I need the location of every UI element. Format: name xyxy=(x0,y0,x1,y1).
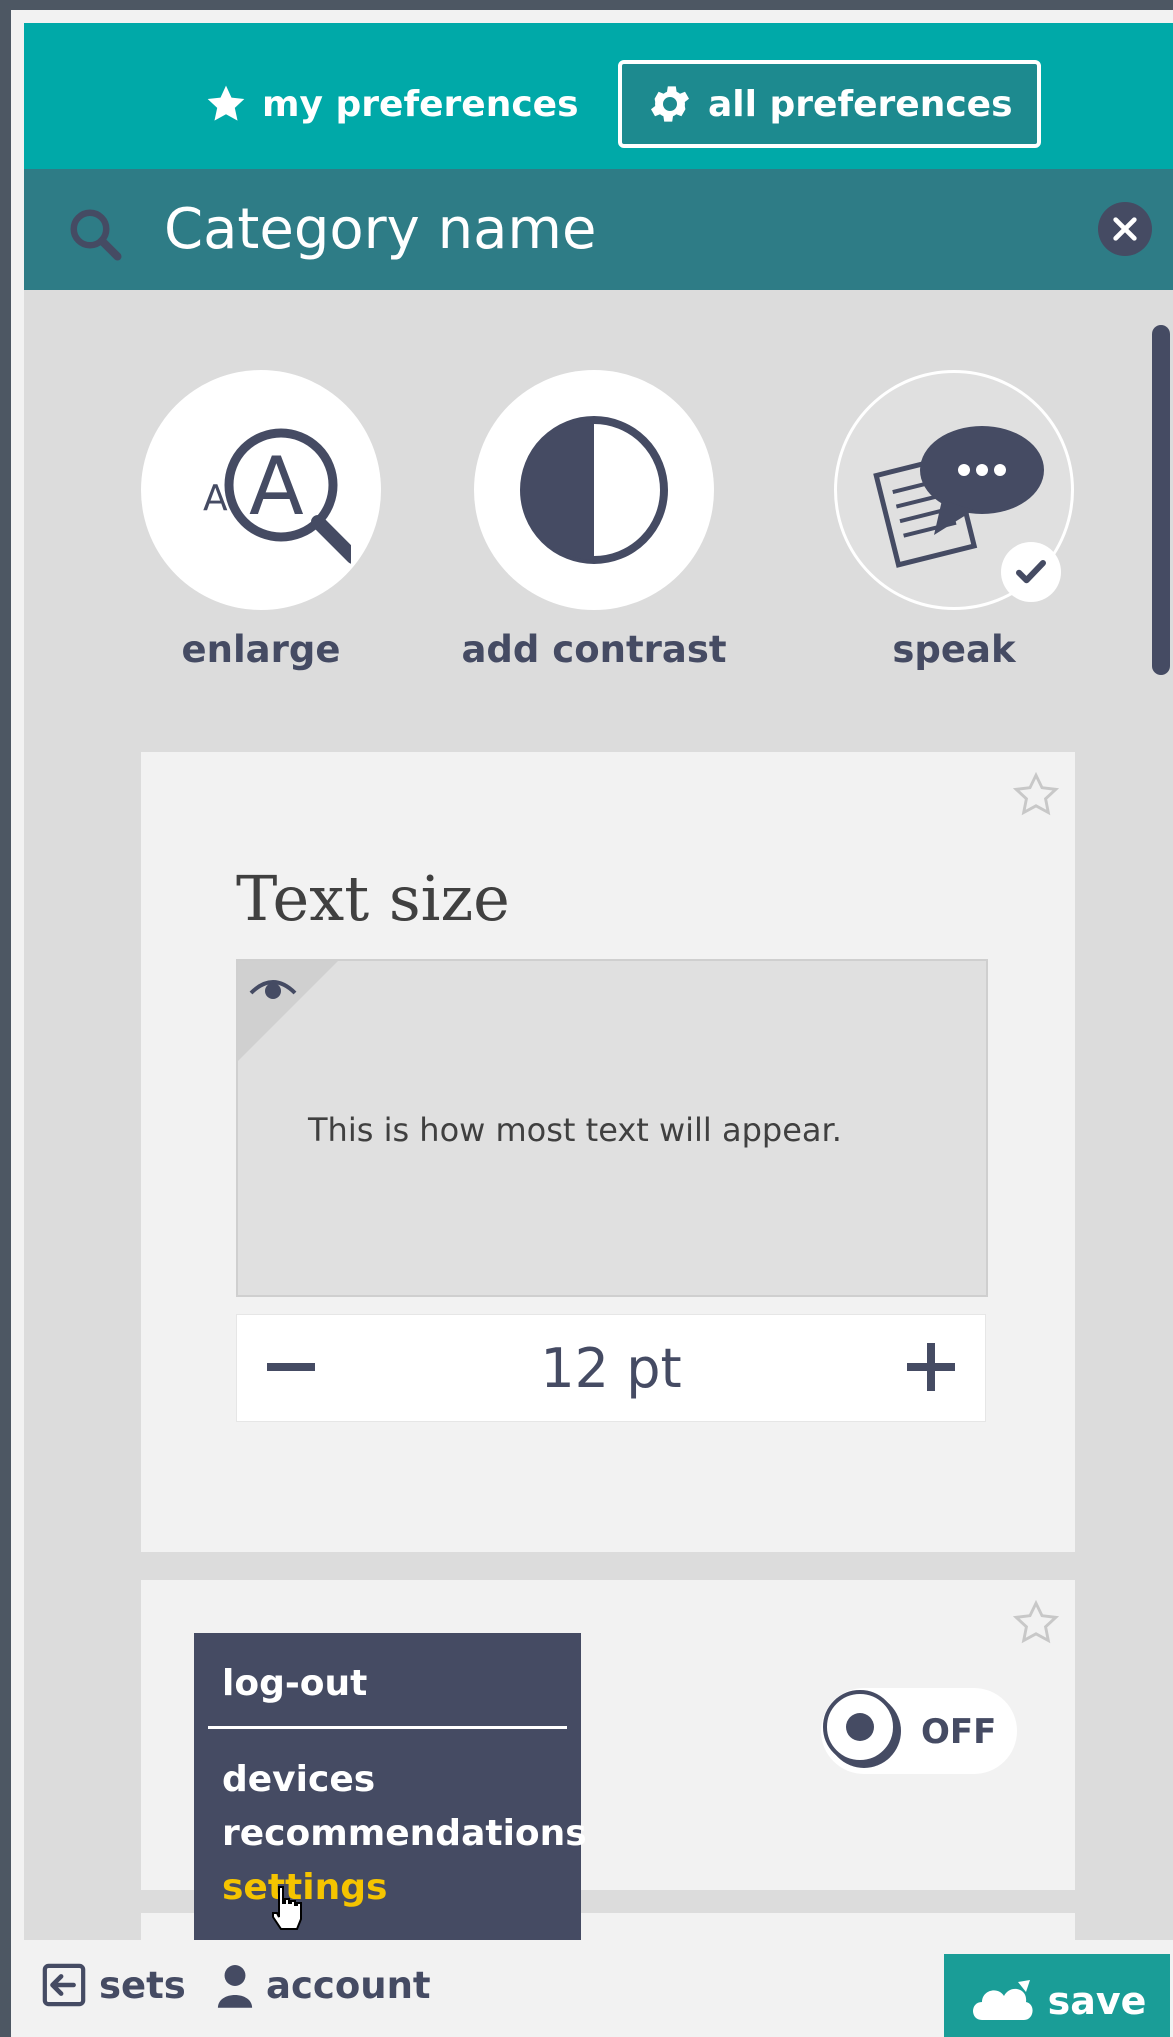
text-size-value: 12 pt xyxy=(540,1337,682,1400)
menu-item-logout[interactable]: log-out xyxy=(222,1663,367,1704)
tab-my-preferences-label: my preferences xyxy=(262,83,579,125)
toggle-knob xyxy=(823,1690,897,1764)
user-icon xyxy=(217,1965,253,2008)
star-icon xyxy=(207,85,245,121)
scrollbar[interactable] xyxy=(1152,325,1170,675)
preferences-panel: my preferences all preferences A xyxy=(11,10,1173,2037)
add-contrast-label: add contrast xyxy=(461,628,727,671)
contrast-icon xyxy=(520,416,668,564)
plus-icon[interactable] xyxy=(903,1339,959,1395)
account-menu: log-out devices recommendations settings xyxy=(194,1633,587,1940)
add-contrast-button[interactable] xyxy=(474,370,714,610)
toggle-label: OFF xyxy=(921,1712,997,1752)
account-button[interactable]: account xyxy=(216,1962,431,2008)
tab-all-preferences[interactable]: all preferences xyxy=(618,60,1041,148)
on-off-toggle[interactable]: OFF xyxy=(821,1688,1017,1774)
enlarge-button[interactable]: A A xyxy=(141,370,381,610)
save-label: save xyxy=(1047,1979,1147,2023)
tab-my-preferences[interactable]: my preferences xyxy=(204,60,604,148)
account-label: account xyxy=(266,1963,431,2007)
svg-text:A: A xyxy=(203,478,228,519)
menu-divider xyxy=(208,1726,567,1729)
sets-label: sets xyxy=(99,1963,186,2007)
text-size-card: Text size This is how most text will app… xyxy=(141,752,1075,1552)
cloud-icon xyxy=(972,1980,1033,2020)
favorite-star-icon[interactable] xyxy=(1011,1598,1061,1648)
eye-icon xyxy=(249,980,297,999)
card-title: Text size xyxy=(236,862,510,935)
menu-item-recommendations[interactable]: recommendations xyxy=(222,1813,587,1854)
text-preview: This is how most text will appear. xyxy=(236,959,988,1297)
text-size-stepper: 12 pt xyxy=(236,1314,986,1422)
footer-bar: sets account save xyxy=(11,1940,1173,2037)
menu-item-devices[interactable]: devices xyxy=(222,1759,375,1800)
enlarge-label: enlarge xyxy=(181,628,341,671)
search-input[interactable] xyxy=(164,191,1064,267)
gear-icon xyxy=(651,86,689,122)
minus-icon[interactable] xyxy=(263,1339,319,1395)
save-button[interactable]: save xyxy=(944,1954,1170,2037)
svg-text:A: A xyxy=(249,440,304,533)
sets-icon xyxy=(42,1963,86,2007)
tab-all-preferences-label: all preferences xyxy=(708,83,1013,125)
speak-label: speak xyxy=(892,628,1016,671)
tab-bar: my preferences all preferences xyxy=(24,23,1173,169)
magnifier-icon: A A xyxy=(203,428,351,564)
favorite-star-icon[interactable] xyxy=(1011,770,1061,820)
search-bar xyxy=(24,169,1173,290)
sets-button[interactable]: sets xyxy=(41,1962,186,2008)
close-icon xyxy=(1113,217,1137,241)
search-icon xyxy=(70,209,122,261)
selected-check-icon xyxy=(1001,542,1061,602)
hand-cursor-icon xyxy=(272,1886,302,1930)
clear-search-button[interactable] xyxy=(1098,202,1152,256)
preview-text: This is how most text will appear. xyxy=(308,1111,842,1149)
toggle-dot xyxy=(846,1713,874,1741)
